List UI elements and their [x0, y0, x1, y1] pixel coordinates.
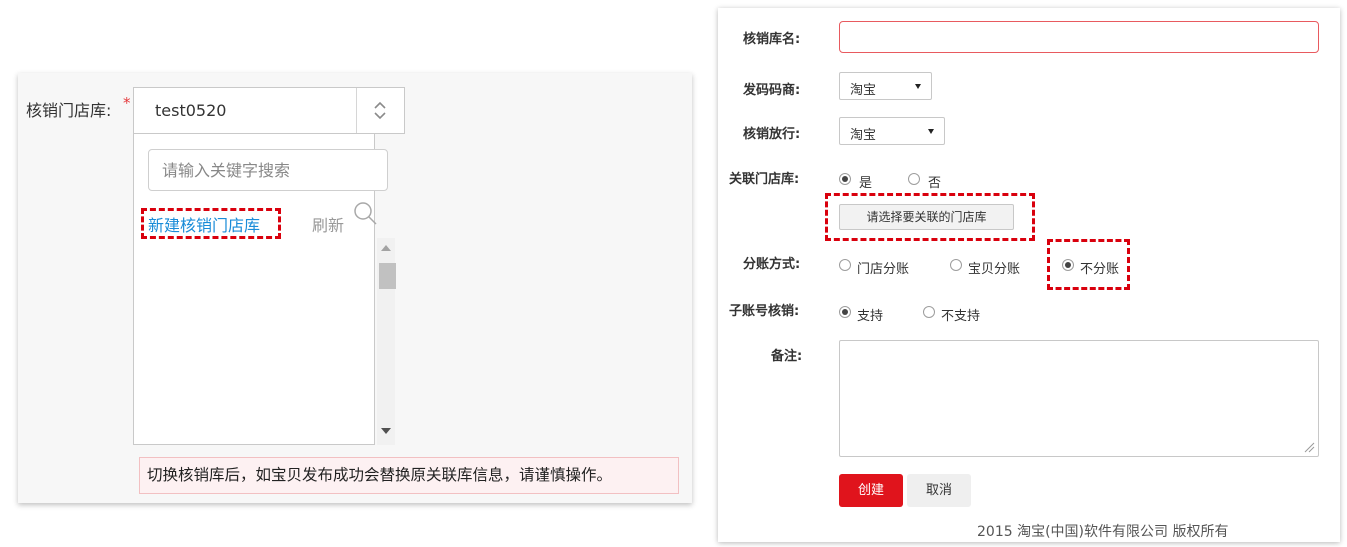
no-split-radio[interactable]: [1062, 259, 1074, 271]
cancel-button[interactable]: 取消: [907, 474, 971, 507]
lib-name-label: 核销库名:: [743, 32, 801, 47]
updown-chevron-icon[interactable]: [356, 88, 404, 133]
store-dropdown-list: 新建核销门店库 刷新: [133, 133, 396, 445]
store-library-label: 核销门店库:: [26, 101, 112, 120]
create-button[interactable]: 创建: [839, 474, 903, 507]
split-store-radio[interactable]: [839, 259, 851, 271]
scroll-thumb[interactable]: [379, 263, 396, 289]
required-mark: *: [123, 94, 131, 112]
search-icon[interactable]: [352, 200, 378, 226]
sub-account-unsupport-text: 不支持: [941, 309, 981, 324]
copyright-footer: 2015 淘宝(中国)软件有限公司 版权所有: [977, 524, 1229, 540]
link-store-yes-radio[interactable]: [839, 173, 851, 185]
split-method-label: 分账方式:: [743, 257, 801, 272]
code-issuer-label: 发码码商:: [743, 83, 801, 98]
split-item-text: 宝贝分账: [968, 262, 1021, 277]
store-library-panel: 核销门店库: * test0520 新建核销门店库 刷新 切换核销库后，如宝贝发…: [18, 73, 692, 503]
scroll-up-arrow-icon[interactable]: [381, 245, 391, 251]
link-store-no-text: 否: [928, 176, 942, 191]
resize-grip-icon[interactable]: [1303, 441, 1315, 453]
release-value: 淘宝: [850, 128, 877, 143]
create-library-form: 核销库名: 发码码商: 淘宝 核销放行: 淘宝 关联门店库: 是 否 请选择要关…: [718, 8, 1340, 542]
sub-account-support-radio[interactable]: [839, 306, 851, 318]
scroll-down-arrow-icon[interactable]: [381, 428, 391, 434]
split-item-radio[interactable]: [950, 259, 962, 271]
link-store-label: 关联门店库:: [729, 172, 800, 187]
keyword-search-input[interactable]: [148, 149, 388, 191]
sub-account-support-text: 支持: [857, 309, 884, 324]
sub-account-label: 子账号核销:: [729, 304, 800, 319]
dropdown-caret-icon: [915, 84, 921, 89]
sub-account-unsupport-radio[interactable]: [923, 306, 935, 318]
link-store-yes-text: 是: [859, 176, 873, 191]
dropdown-scrollbar[interactable]: [377, 238, 396, 445]
remark-label: 备注:: [771, 349, 803, 364]
code-issuer-select[interactable]: 淘宝: [839, 72, 932, 100]
code-issuer-value: 淘宝: [850, 83, 877, 98]
no-split-text: 不分账: [1080, 262, 1120, 277]
dropdown-caret-icon: [928, 129, 934, 134]
release-select[interactable]: 淘宝: [839, 117, 945, 145]
link-store-no-radio[interactable]: [908, 173, 920, 185]
new-store-library-link[interactable]: 新建核销门店库: [148, 212, 260, 236]
store-library-select[interactable]: test0520: [133, 87, 405, 134]
switch-warning-message: 切换核销库后，如宝贝发布成功会替换原关联库信息，请谨慎操作。: [139, 457, 679, 494]
remark-textarea[interactable]: [839, 340, 1319, 457]
release-label: 核销放行:: [743, 127, 801, 142]
split-store-text: 门店分账: [857, 262, 910, 277]
refresh-link[interactable]: 刷新: [312, 212, 344, 236]
selected-store-value: test0520: [155, 101, 227, 120]
lib-name-input[interactable]: [839, 21, 1319, 53]
pick-store-library-button[interactable]: 请选择要关联的门店库: [839, 204, 1014, 230]
